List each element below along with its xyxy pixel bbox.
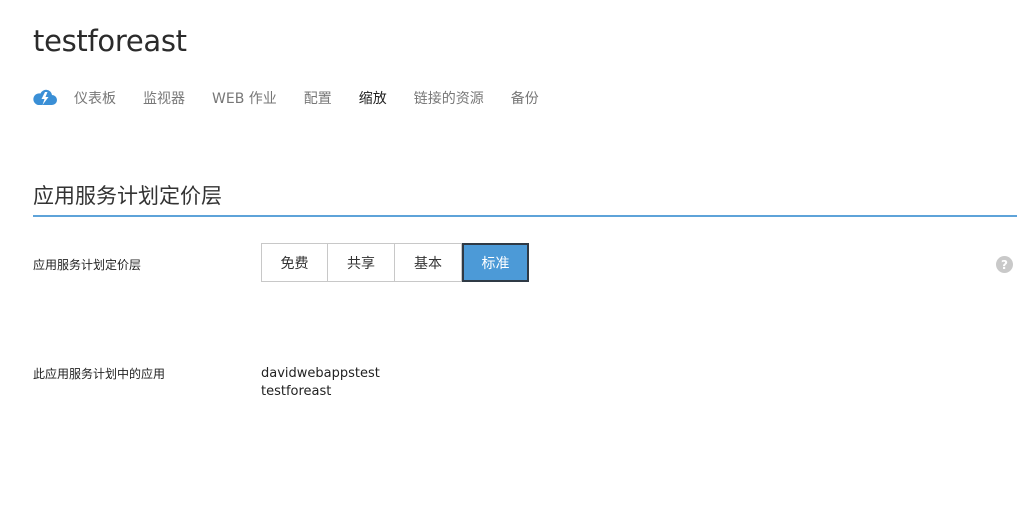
list-item: davidwebappstest (261, 366, 380, 381)
section-divider (33, 215, 1017, 217)
pricing-tier-label: 应用服务计划定价层 (33, 258, 142, 272)
tier-standard-button[interactable]: 标准 (462, 243, 529, 282)
pricing-tier-selector: 免费 共享 基本 标准 (261, 243, 529, 282)
nav-scale[interactable]: 缩放 (359, 88, 387, 108)
page: testforeast 仪表板 监视器 WEB 作业 配置 缩放 链接的资源 备… (0, 0, 1027, 531)
nav-monitor[interactable]: 监视器 (143, 88, 185, 108)
nav-backups[interactable]: 备份 (511, 88, 539, 108)
apps-in-plan-label: 此应用服务计划中的应用 (33, 367, 166, 381)
site-title: testforeast (33, 24, 187, 58)
tier-free-button[interactable]: 免费 (261, 243, 328, 282)
nav-webjobs[interactable]: WEB 作业 (212, 88, 277, 108)
list-item: testforeast (261, 384, 332, 399)
top-nav: 仪表板 监视器 WEB 作业 配置 缩放 链接的资源 备份 (33, 86, 566, 110)
help-icon[interactable]: ? (996, 256, 1013, 273)
tier-shared-button[interactable]: 共享 (328, 243, 395, 282)
app-list: davidwebappstest testforeast (261, 365, 380, 401)
nav-dashboard[interactable]: 仪表板 (74, 88, 116, 108)
section-title: 应用服务计划定价层 (33, 184, 222, 208)
cloud-lightning-icon[interactable] (33, 89, 57, 107)
nav-configure[interactable]: 配置 (304, 88, 332, 108)
nav-linked-resources[interactable]: 链接的资源 (414, 88, 484, 108)
tier-basic-button[interactable]: 基本 (395, 243, 462, 282)
